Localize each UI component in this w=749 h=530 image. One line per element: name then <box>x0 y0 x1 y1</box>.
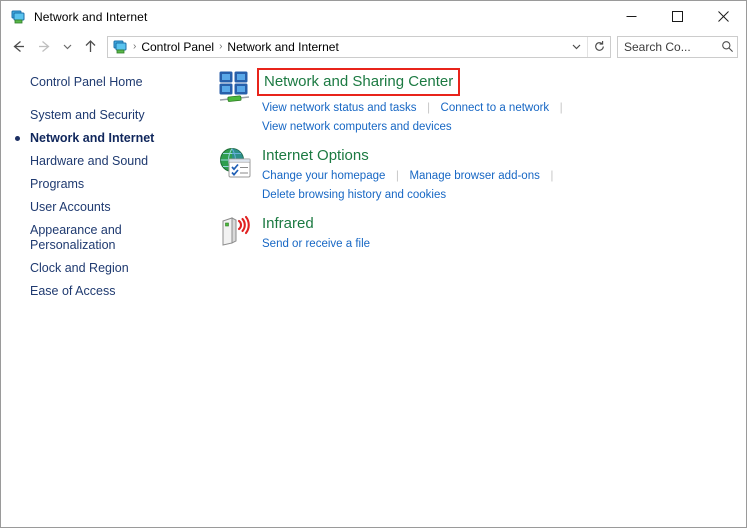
link-row: Change your homepage | Manage browser ad… <box>262 166 559 185</box>
breadcrumb-network-and-internet[interactable]: Network and Internet <box>223 40 342 54</box>
sidebar-item-network-and-internet[interactable]: Network and Internet <box>1 127 213 150</box>
link-change-your-homepage[interactable]: Change your homepage <box>262 170 385 182</box>
link-view-network-computers-and-devices[interactable]: View network computers and devices <box>262 121 452 133</box>
network-folder-icon <box>112 39 128 55</box>
sidebar-item-user-accounts[interactable]: User Accounts <box>1 196 213 219</box>
sidebar-item-appearance-and-personalization[interactable]: Appearance and Personalization <box>1 219 156 257</box>
category-network-and-sharing-center: Network and Sharing Center View network … <box>213 68 746 136</box>
magnifier-icon[interactable] <box>717 40 737 53</box>
category-body: Infrared Send or receive a file <box>262 213 370 253</box>
internet-options-icon <box>217 145 253 181</box>
chevron-down-icon[interactable] <box>565 37 587 57</box>
category-internet-options: Internet Options Change your homepage | … <box>213 145 746 204</box>
up-button[interactable] <box>77 35 103 59</box>
sidebar: Control Panel Home System and Security N… <box>1 61 213 527</box>
recent-locations-button[interactable] <box>57 35 77 59</box>
category-infrared: Infrared Send or receive a file <box>213 213 746 253</box>
sidebar-item-clock-and-region[interactable]: Clock and Region <box>1 257 213 280</box>
sidebar-item-control-panel-home[interactable]: Control Panel Home <box>1 71 213 94</box>
control-panel-window: Network and Internet › Control Panel › N… <box>0 0 747 528</box>
sidebar-item-programs[interactable]: Programs <box>1 173 213 196</box>
minimize-button[interactable] <box>608 1 654 32</box>
search-input[interactable]: Search Co... <box>618 40 717 54</box>
back-button[interactable] <box>5 35 31 59</box>
category-links: Change your homepage | Manage browser ad… <box>262 166 559 204</box>
address-bar[interactable]: › Control Panel › Network and Internet <box>107 35 611 58</box>
link-separator: | <box>550 168 554 182</box>
category-title-infrared[interactable]: Infrared <box>262 214 314 233</box>
link-send-or-receive-a-file[interactable]: Send or receive a file <box>262 238 370 250</box>
sidebar-item-hardware-and-sound[interactable]: Hardware and Sound <box>1 150 213 173</box>
link-separator: | <box>559 100 563 114</box>
category-body: Internet Options Change your homepage | … <box>262 145 559 204</box>
window-body: Control Panel Home System and Security N… <box>1 61 746 527</box>
link-row: View network computers and devices <box>262 117 569 136</box>
forward-button[interactable] <box>31 35 57 59</box>
window-title: Network and Internet <box>34 9 148 24</box>
infrared-icon <box>217 213 253 249</box>
breadcrumb-control-panel[interactable]: Control Panel <box>137 40 218 54</box>
sidebar-item-ease-of-access[interactable]: Ease of Access <box>1 280 213 303</box>
category-list: Network and Sharing Center View network … <box>213 61 746 527</box>
link-delete-browsing-history-and-cookies[interactable]: Delete browsing history and cookies <box>262 189 446 201</box>
category-body: Network and Sharing Center View network … <box>257 68 569 136</box>
link-connect-to-a-network[interactable]: Connect to a network <box>441 102 550 114</box>
caption-buttons <box>608 1 746 32</box>
highlight-box: Network and Sharing Center <box>257 68 461 96</box>
link-separator: | <box>395 168 399 182</box>
link-row: View network status and tasks | Connect … <box>262 98 569 117</box>
link-view-network-status-and-tasks[interactable]: View network status and tasks <box>262 102 416 114</box>
category-links: Send or receive a file <box>262 234 370 253</box>
link-manage-browser-add-ons[interactable]: Manage browser add-ons <box>409 170 539 182</box>
category-title-internet-options[interactable]: Internet Options <box>262 146 369 165</box>
maximize-button[interactable] <box>654 1 700 32</box>
search-box[interactable]: Search Co... <box>617 35 738 58</box>
navigation-toolbar: › Control Panel › Network and Internet S… <box>1 32 746 61</box>
link-row: Send or receive a file <box>262 234 370 253</box>
category-title-network-and-sharing-center[interactable]: Network and Sharing Center <box>264 72 453 91</box>
title-bar: Network and Internet <box>1 1 746 32</box>
link-separator: | <box>426 100 431 114</box>
link-row: Delete browsing history and cookies <box>262 185 559 204</box>
category-links: View network status and tasks | Connect … <box>262 98 569 136</box>
refresh-icon[interactable] <box>588 37 610 57</box>
sidebar-item-system-and-security[interactable]: System and Security <box>1 104 213 127</box>
network-folder-icon <box>10 9 26 25</box>
category-title-wrap: Internet Options <box>262 146 369 165</box>
close-button[interactable] <box>700 1 746 32</box>
network-sharing-center-icon <box>217 69 253 105</box>
category-title-wrap: Infrared <box>262 214 314 233</box>
